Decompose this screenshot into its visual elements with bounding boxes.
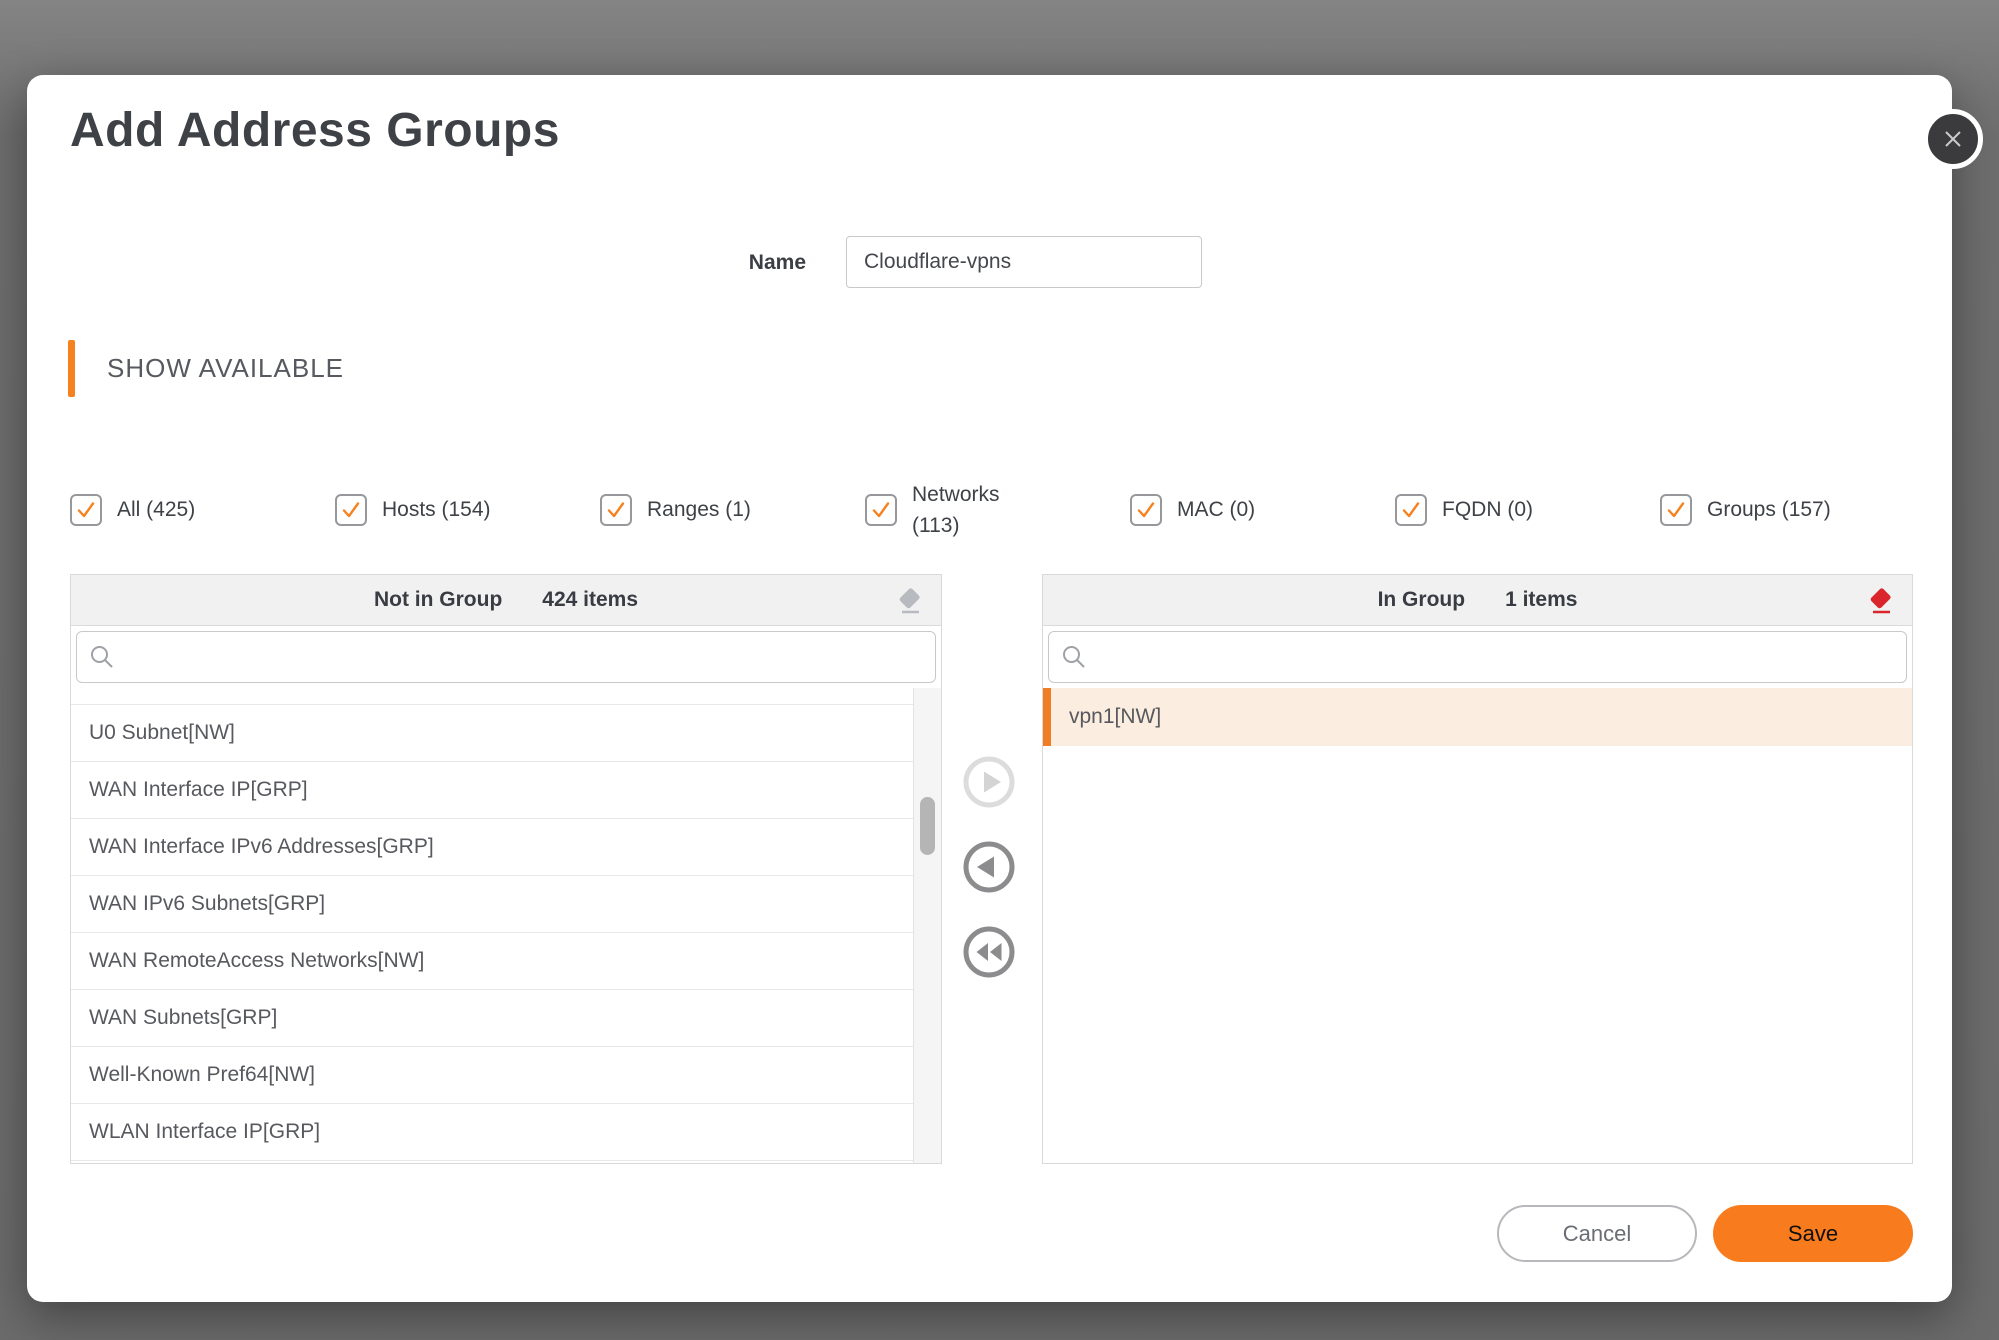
in-group-header: In Group 1 items	[1043, 575, 1912, 626]
not-in-group-panel: Not in Group 424 items U0 Subnet[NW] WAN…	[70, 574, 942, 1164]
checkmark-icon	[342, 502, 360, 518]
list-item[interactable]: U0 Subnet[NW]	[71, 705, 913, 762]
filter-mac: MAC (0)	[1130, 494, 1395, 526]
checkmark-icon	[1402, 502, 1420, 518]
selected-list-item[interactable]: vpn1[NW]	[1043, 688, 1912, 746]
filter-fqdn: FQDN (0)	[1395, 494, 1660, 526]
checkmark-icon	[77, 502, 95, 518]
filter-label: MAC (0)	[1177, 498, 1256, 522]
filter-label: All (425)	[117, 498, 196, 522]
remove-all-from-group-button[interactable]	[961, 924, 1017, 980]
filter-networks: Networks (113)	[865, 479, 1130, 542]
section-header: SHOW AVAILABLE	[107, 353, 345, 383]
filter-groups: Groups (157)	[1660, 494, 1925, 526]
list-item-label: vpn1[NW]	[1069, 705, 1162, 728]
panel-title: Not in Group	[373, 588, 503, 611]
search-input[interactable]	[1097, 631, 1894, 683]
double-arrow-left-icon	[963, 926, 1015, 978]
checkbox-hosts[interactable]	[335, 494, 367, 526]
name-field-label: Name	[748, 251, 806, 274]
filter-label: Ranges (1)	[647, 498, 751, 522]
remove-from-group-button[interactable]	[961, 839, 1017, 895]
checkbox-networks[interactable]	[865, 494, 897, 526]
save-button[interactable]: Save	[1713, 1205, 1913, 1262]
add-address-groups-dialog: Add Address Groups Name SHOW AVAILABLE A…	[27, 75, 1983, 1302]
checkmark-icon	[872, 502, 890, 518]
panel-count: 1 items	[1505, 588, 1578, 611]
in-group-panel: In Group 1 items vpn1[NW]	[1042, 574, 1913, 1164]
in-group-search	[1048, 631, 1907, 683]
search-icon	[91, 646, 113, 668]
panel-title: In Group	[1377, 588, 1466, 611]
name-input[interactable]	[846, 236, 1202, 288]
scrollbar-thumb[interactable]	[920, 797, 935, 855]
checkbox-all[interactable]	[70, 494, 102, 526]
list-item[interactable]: WAN Interface IP[GRP]	[71, 762, 913, 819]
filter-label: Hosts (154)	[382, 498, 491, 522]
not-in-group-header: Not in Group 424 items	[71, 575, 941, 626]
arrow-left-icon	[963, 841, 1015, 893]
filter-ranges: Ranges (1)	[600, 494, 865, 526]
filter-label: Groups (157)	[1707, 498, 1831, 522]
clear-group-icon[interactable]	[1866, 585, 1896, 617]
search-input[interactable]	[125, 631, 923, 683]
close-icon	[1945, 131, 1961, 147]
checkmark-icon	[1667, 502, 1685, 518]
search-icon	[1063, 646, 1085, 668]
filter-all: All (425)	[70, 494, 335, 526]
checkbox-mac[interactable]	[1130, 494, 1162, 526]
list-item[interactable]: WAN RemoteAccess Networks[NW]	[71, 933, 913, 990]
checkbox-groups[interactable]	[1660, 494, 1692, 526]
move-to-group-button[interactable]	[961, 754, 1017, 810]
filter-label: FQDN (0)	[1442, 498, 1533, 522]
section-accent-bar	[68, 340, 75, 397]
list-item[interactable]: WAN Interface IPv6 Addresses[GRP]	[71, 819, 913, 876]
checkmark-icon	[607, 502, 625, 518]
panel-count: 424 items	[542, 588, 639, 611]
not-in-group-list: U0 Subnet[NW] WAN Interface IP[GRP] WAN …	[71, 688, 913, 1163]
dialog-title: Add Address Groups	[70, 104, 560, 157]
close-button[interactable]	[1923, 109, 1983, 169]
arrow-right-icon	[963, 756, 1015, 808]
list-item[interactable]: Well-Known Pref64[NW]	[71, 1047, 913, 1104]
not-in-group-search	[76, 631, 936, 683]
list-item[interactable]: WLAN Interface IP[GRP]	[71, 1104, 913, 1161]
cancel-button[interactable]: Cancel	[1497, 1205, 1697, 1262]
scrollbar-track[interactable]	[913, 688, 941, 1163]
list-item[interactable]: WAN IPv6 Subnets[GRP]	[71, 876, 913, 933]
checkbox-ranges[interactable]	[600, 494, 632, 526]
checkbox-fqdn[interactable]	[1395, 494, 1427, 526]
list-item[interactable]: WAN Subnets[GRP]	[71, 990, 913, 1047]
clear-list-icon[interactable]	[895, 585, 925, 617]
filter-hosts: Hosts (154)	[335, 494, 600, 526]
list-item-partial[interactable]	[71, 688, 913, 705]
checkmark-icon	[1137, 502, 1155, 518]
filter-label: Networks (113)	[912, 482, 1000, 538]
type-filter-row: All (425) Hosts (154) Ranges (1) Network…	[70, 455, 1925, 565]
selection-accent-bar	[1043, 688, 1051, 746]
